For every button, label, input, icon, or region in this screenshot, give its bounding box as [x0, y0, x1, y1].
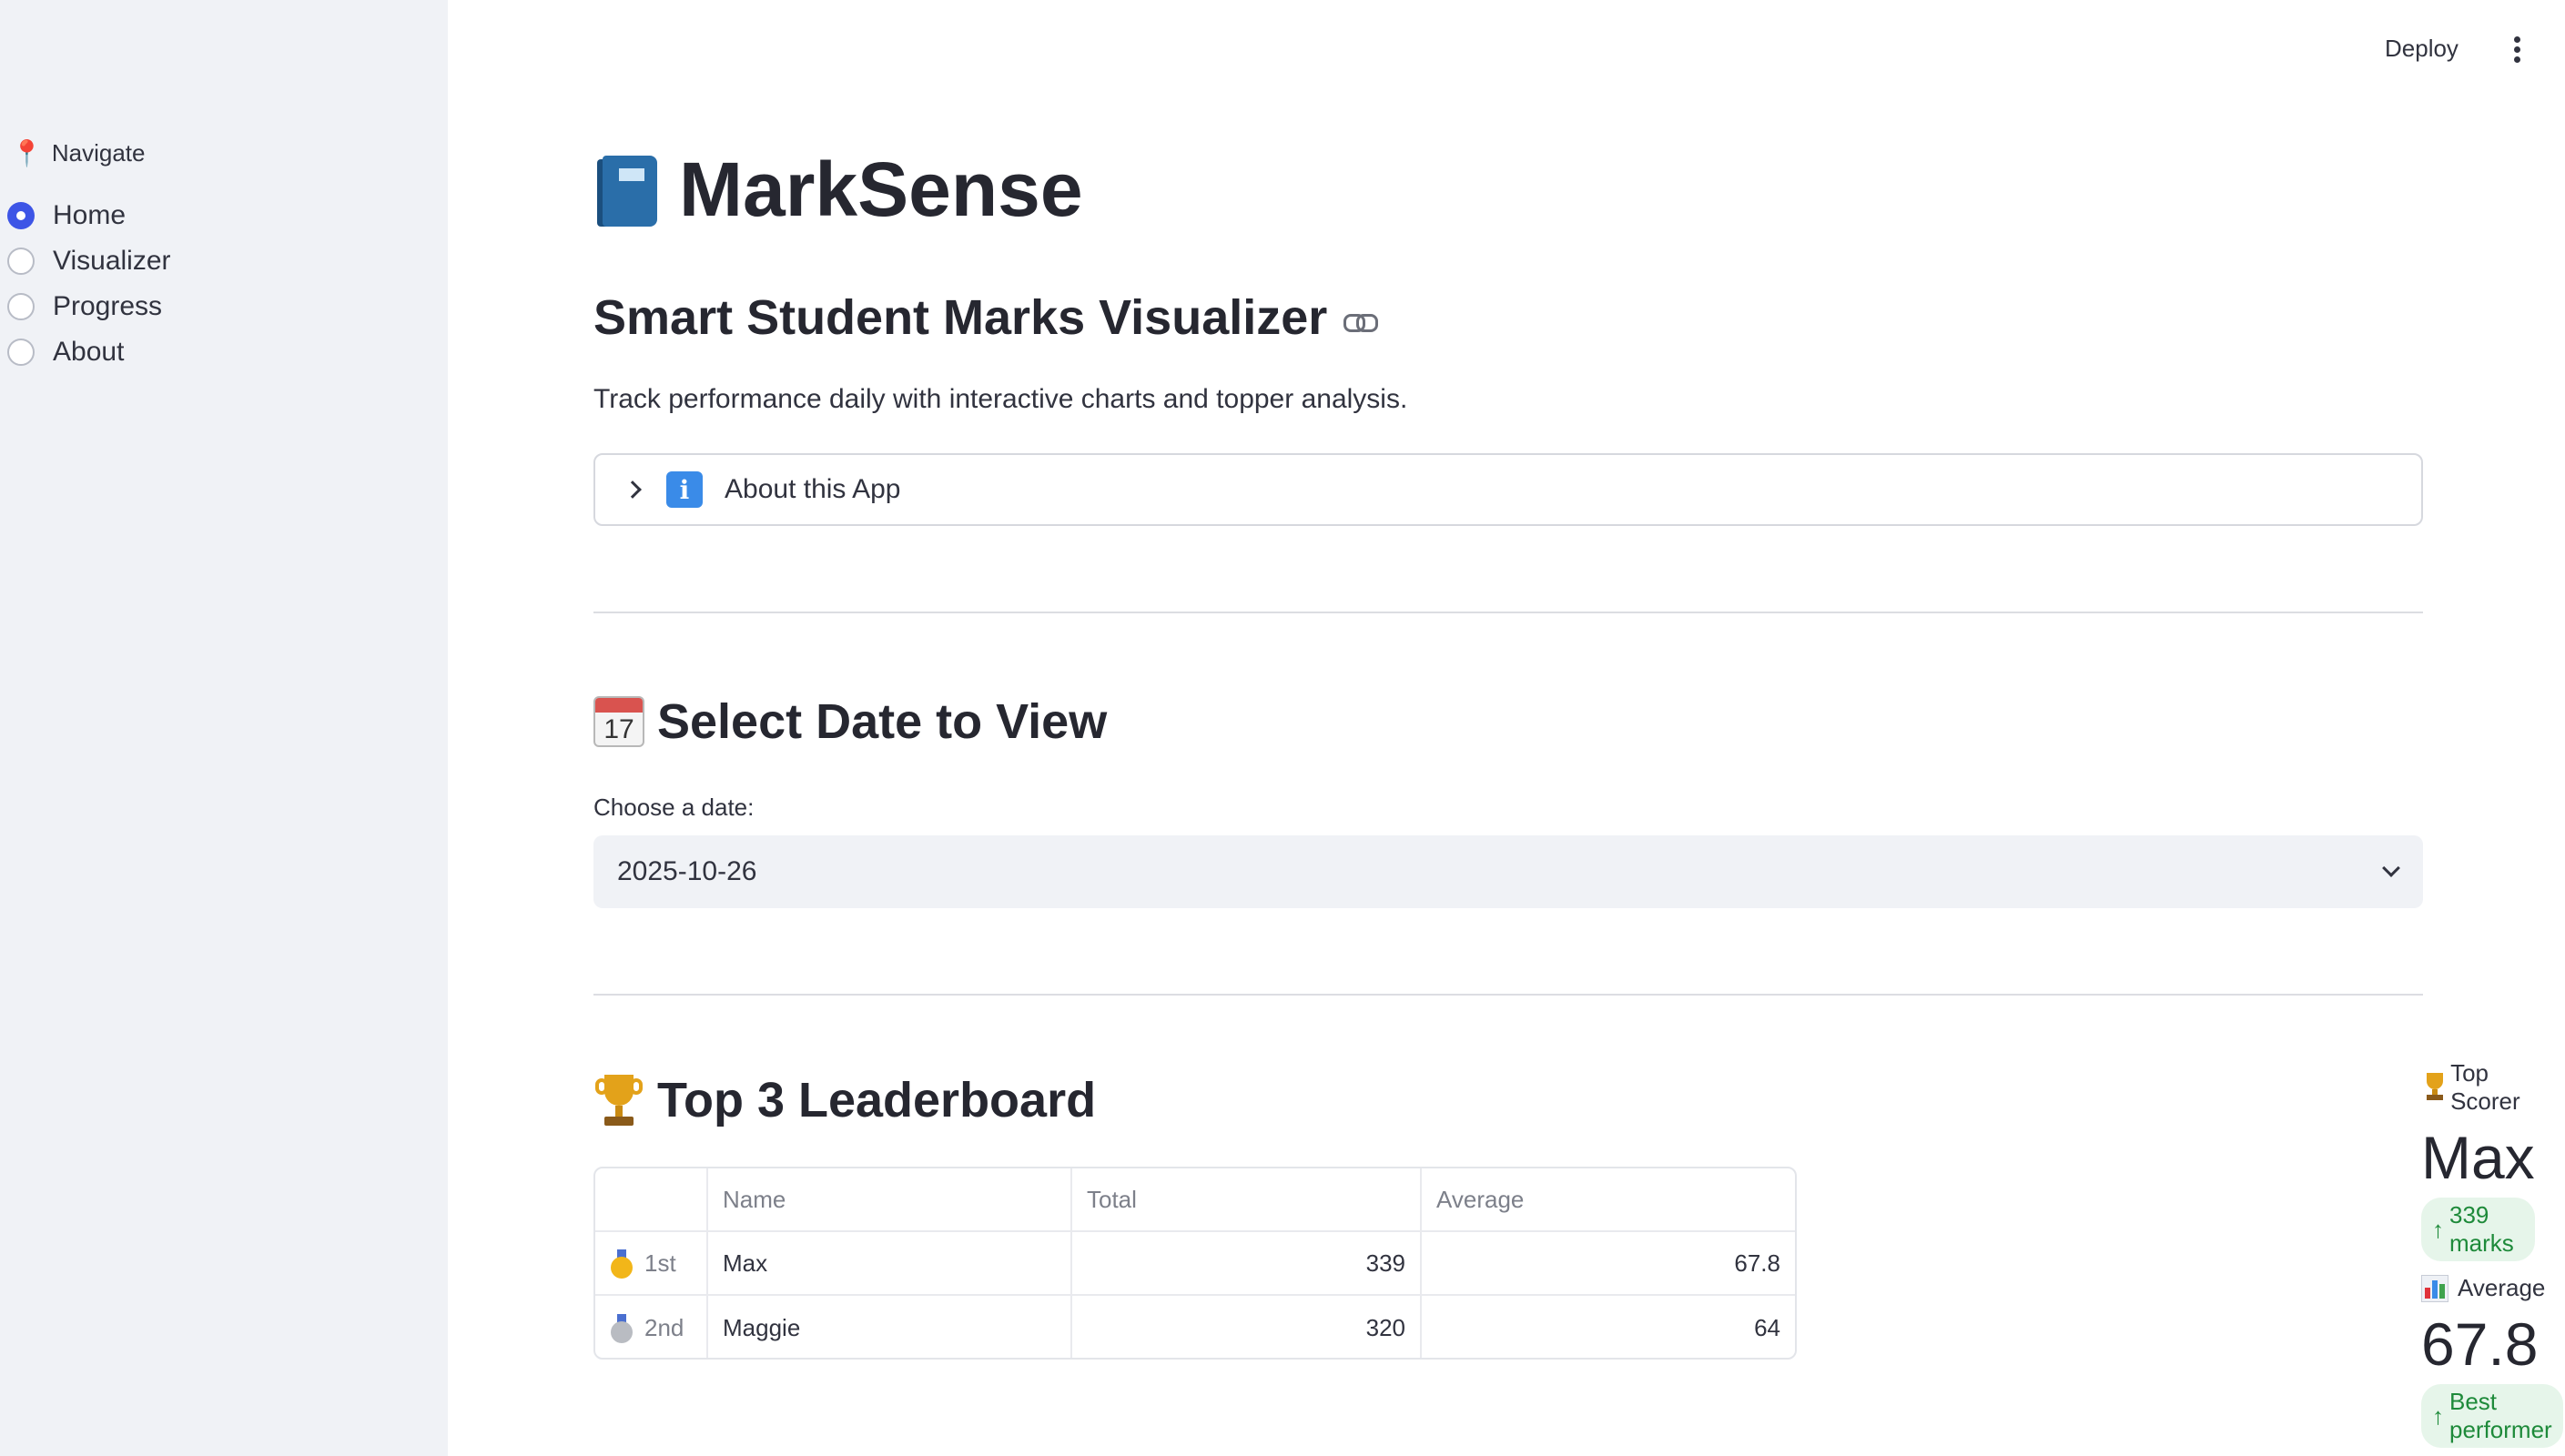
rank-label: 2nd — [644, 1313, 684, 1341]
nav-item-progress[interactable]: Progress — [7, 284, 171, 329]
date-select[interactable]: 2025-10-26 — [593, 835, 2423, 908]
bar-chart-icon — [2421, 1274, 2448, 1302]
metric-label-text: Average — [2458, 1274, 2546, 1301]
column-header-index[interactable] — [595, 1168, 708, 1230]
subtitle-text: Smart Student Marks Visualizer — [593, 290, 1328, 345]
more-menu-icon[interactable] — [2508, 36, 2526, 67]
table-row: 1st Max 339 67.8 — [595, 1232, 1795, 1296]
nav-item-label: Progress — [53, 291, 163, 321]
date-field-label: Choose a date: — [593, 794, 755, 821]
page-title: MarkSense — [593, 146, 1083, 234]
deploy-button[interactable]: Deploy — [2385, 35, 2459, 63]
sidebar: 📍 Navigate Home Visualizer Progress Abou… — [0, 0, 448, 1456]
radio-unselected-icon[interactable] — [7, 248, 35, 275]
metric-delta-text: Best performer — [2449, 1388, 2552, 1443]
nav-item-label: Home — [53, 200, 127, 230]
top-scorer-metric: Top Scorer Max ↑ 339 marks — [2421, 1059, 2535, 1261]
average-metric: Average 67.8 ↑ Best performer — [2421, 1274, 2563, 1448]
nav-item-home[interactable]: Home — [7, 193, 171, 238]
description: Track performance daily with interactive… — [593, 384, 1408, 414]
column-header-name[interactable]: Name — [708, 1168, 1072, 1230]
nav-label-text: Navigate — [51, 139, 146, 167]
chevron-down-icon[interactable] — [2382, 859, 2400, 877]
arrow-up-icon: ↑ — [2432, 1401, 2444, 1430]
arrow-up-icon: ↑ — [2432, 1215, 2444, 1243]
rank-cell[interactable]: 2nd — [595, 1296, 708, 1358]
trophy-icon — [2421, 1073, 2443, 1102]
date-select-value: 2025-10-26 — [617, 856, 757, 886]
chevron-right-icon — [624, 480, 642, 499]
divider — [593, 994, 2423, 996]
silver-medal-icon — [610, 1314, 634, 1343]
trophy-icon — [593, 1073, 644, 1127]
nav-item-label: Visualizer — [53, 246, 171, 276]
column-header-total[interactable]: Total — [1072, 1168, 1422, 1230]
metric-value: Max — [2421, 1124, 2535, 1191]
subtitle: Smart Student Marks Visualizer — [593, 289, 1379, 346]
metric-delta: ↑ Best performer — [2421, 1384, 2563, 1448]
pushpin-icon: 📍 — [11, 139, 43, 167]
radio-unselected-icon[interactable] — [7, 339, 35, 366]
column-header-average[interactable]: Average — [1422, 1168, 1795, 1230]
radio-unselected-icon[interactable] — [7, 293, 35, 320]
divider — [593, 612, 2423, 613]
nav-label: 📍 Navigate — [11, 138, 146, 168]
radio-selected-icon[interactable] — [7, 202, 35, 229]
leaderboard-heading-text: Top 3 Leaderboard — [657, 1073, 1097, 1127]
date-section-heading: 17 Select Date to View — [593, 693, 1107, 750]
total-cell[interactable]: 320 — [1072, 1296, 1422, 1358]
name-cell[interactable]: Maggie — [708, 1296, 1072, 1358]
nav-item-about[interactable]: About — [7, 329, 171, 375]
metric-delta-text: 339 marks — [2449, 1201, 2514, 1257]
app: 📍 Navigate Home Visualizer Progress Abou… — [0, 0, 2565, 1456]
nav-item-visualizer[interactable]: Visualizer — [7, 238, 171, 284]
rank-label: 1st — [644, 1249, 676, 1277]
table-row: 2nd Maggie 320 64 — [595, 1296, 1795, 1358]
info-icon: i — [666, 471, 703, 508]
total-cell[interactable]: 339 — [1072, 1232, 1422, 1294]
nav-radio-group: Home Visualizer Progress About — [7, 193, 171, 375]
name-cell[interactable]: Max — [708, 1232, 1072, 1294]
page-title-text: MarkSense — [679, 147, 1083, 232]
gold-medal-icon — [610, 1249, 634, 1279]
nav-item-label: About — [53, 337, 125, 367]
metric-label-text: Top Scorer — [2450, 1059, 2520, 1115]
anchor-link-icon[interactable] — [1343, 312, 1379, 332]
table-header-row: Name Total Average — [595, 1168, 1795, 1232]
calendar-icon: 17 — [593, 696, 644, 747]
about-expander[interactable]: i About this App — [593, 453, 2423, 526]
metric-value: 67.8 — [2421, 1310, 2539, 1378]
rank-cell[interactable]: 1st — [595, 1232, 708, 1294]
metric-delta: ↑ 339 marks — [2421, 1198, 2535, 1261]
metric-label: Average — [2421, 1274, 2563, 1302]
average-cell[interactable]: 67.8 — [1422, 1232, 1795, 1294]
leaderboard-heading: Top 3 Leaderboard — [593, 1072, 1096, 1128]
book-icon — [593, 152, 659, 228]
average-cell[interactable]: 64 — [1422, 1296, 1795, 1358]
date-section-heading-text: Select Date to View — [657, 694, 1108, 749]
expander-label: About this App — [725, 474, 901, 504]
metric-label: Top Scorer — [2421, 1059, 2535, 1116]
leaderboard-table: Name Total Average 1st Max 339 67.8 2nd … — [593, 1167, 1797, 1360]
